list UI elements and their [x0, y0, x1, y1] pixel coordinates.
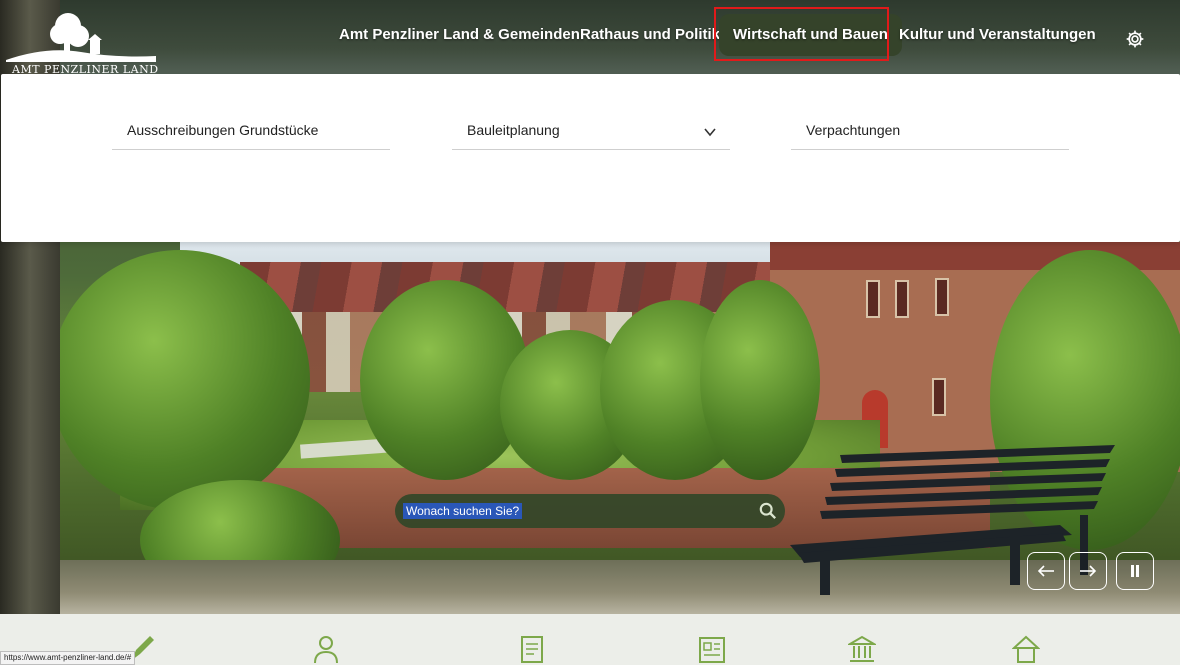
- document-icon[interactable]: [518, 634, 546, 664]
- search-bar: Wonach suchen Sie?: [395, 494, 785, 528]
- submenu-item-label: Ausschreibungen Grundstücke: [127, 122, 319, 138]
- slider-next-button[interactable]: [1069, 552, 1107, 590]
- focus-highlight: [714, 7, 889, 61]
- search-input[interactable]: Wonach suchen Sie?: [403, 503, 523, 519]
- nav-item-rathaus[interactable]: Rathaus und Politik: [580, 14, 720, 56]
- quicklinks-bar: [0, 614, 1180, 665]
- submenu-item-label: Verpachtungen: [806, 122, 901, 138]
- gear-icon[interactable]: [1125, 29, 1145, 49]
- nav-item-amt[interactable]: Amt Penzliner Land & Gemeinden: [339, 14, 580, 56]
- townhall-icon[interactable]: [848, 634, 876, 664]
- pause-icon: [1131, 565, 1139, 577]
- submenu-panel: Ausschreibungen Grundstücke Bauleitplanu…: [1, 74, 1180, 242]
- house-icon[interactable]: [1012, 634, 1040, 664]
- search-icon[interactable]: [759, 502, 777, 520]
- site-logo[interactable]: AMT PENZLINER LAND: [6, 10, 158, 76]
- person-icon[interactable]: [312, 634, 340, 664]
- newspaper-icon[interactable]: [698, 634, 726, 664]
- submenu-item-verpachtungen[interactable]: Verpachtungen: [791, 110, 1069, 150]
- slider-pause-button[interactable]: [1116, 552, 1154, 590]
- nav-item-kultur[interactable]: Kultur und Veranstaltungen: [899, 14, 1096, 56]
- submenu-item-ausschreibungen[interactable]: Ausschreibungen Grundstücke: [112, 110, 390, 150]
- browser-status-url: https://www.amt-penzliner-land.de/#: [0, 651, 136, 665]
- logo-tree-icon: [6, 13, 156, 62]
- arrow-left-icon: [1037, 565, 1054, 577]
- submenu-item-bauleitplanung[interactable]: Bauleitplanung: [452, 110, 730, 150]
- submenu-item-label: Bauleitplanung: [467, 122, 560, 138]
- arrow-right-icon: [1080, 565, 1097, 577]
- slider-prev-button[interactable]: [1027, 552, 1065, 590]
- chevron-down-icon[interactable]: [704, 126, 716, 138]
